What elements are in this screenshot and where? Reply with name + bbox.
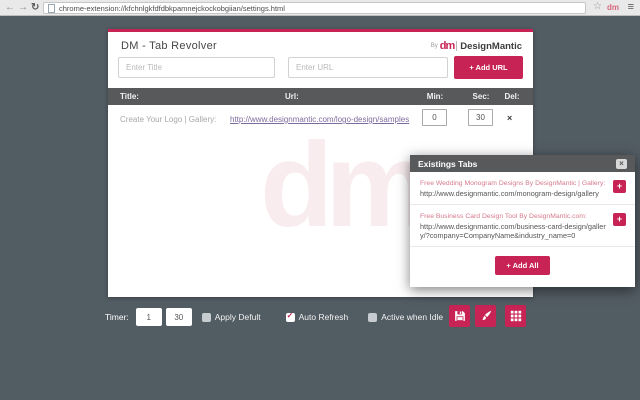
grid-button[interactable] bbox=[505, 305, 526, 327]
apply-default-label: Apply Defult bbox=[214, 312, 261, 322]
page-icon bbox=[48, 3, 55, 13]
back-icon[interactable]: ← bbox=[5, 0, 15, 16]
existing-tabs-popup: Existings Tabs × Free Wedding Monogram D… bbox=[410, 155, 635, 288]
existing-tab-item: Free Wedding Monogram Designs By DesignM… bbox=[410, 172, 635, 206]
menu-icon[interactable]: ≡ bbox=[628, 1, 634, 13]
close-icon[interactable]: × bbox=[616, 158, 627, 169]
tab-item-text: Free Wedding Monogram Designs By DesignM… bbox=[420, 180, 606, 198]
delete-row-icon[interactable]: × bbox=[507, 113, 512, 123]
column-del: Del: bbox=[504, 92, 520, 101]
browser-window: ← → ↻ chrome-extension://kfchnlgkfdfdbkp… bbox=[0, 0, 640, 400]
add-tab-button[interactable]: + bbox=[613, 213, 626, 227]
apply-default-option: ✓ Apply Defult bbox=[201, 312, 261, 322]
tab-item-title: Free Business Card Design Tool By Design… bbox=[420, 213, 587, 221]
save-floppy-icon bbox=[454, 311, 465, 321]
row-title: Create Your Logo | Gallery: bbox=[120, 115, 217, 124]
add-all-row: + Add All bbox=[410, 247, 635, 287]
bookmark-star-icon[interactable]: ☆ bbox=[593, 1, 602, 12]
timer-bar: Timer: ✓ Apply Defult ✓ Auto Refresh ✓ A… bbox=[105, 307, 443, 327]
column-url: Url: bbox=[285, 92, 299, 101]
row-min-input[interactable] bbox=[422, 109, 447, 126]
tab-item-url: http://www.designmantic.com/business-car… bbox=[420, 222, 606, 241]
title-input[interactable] bbox=[118, 57, 275, 78]
designmantic-logo: By dm DesignMantic bbox=[431, 40, 522, 52]
logo-divider bbox=[456, 41, 458, 51]
accent-bar bbox=[108, 29, 533, 32]
active-when-idle-checkbox[interactable]: ✓ bbox=[368, 312, 378, 322]
tab-item-url: http://www.designmantic.com/monogram-des… bbox=[420, 189, 599, 198]
logo-name-text: DesignMantic bbox=[460, 40, 522, 52]
auto-refresh-option: ✓ Auto Refresh bbox=[285, 311, 349, 322]
grid-icon bbox=[510, 310, 521, 322]
timer-min-input[interactable] bbox=[135, 308, 162, 326]
auto-refresh-checkbox[interactable]: ✓ bbox=[285, 311, 295, 322]
existing-tab-item: Free Business Card Design Tool By Design… bbox=[410, 205, 635, 248]
url-input[interactable] bbox=[288, 57, 448, 78]
address-bar[interactable]: chrome-extension://kfchnlgkfdfdbkpamnejc… bbox=[43, 2, 586, 14]
active-when-idle-option: ✓ Active when Idle bbox=[368, 312, 443, 322]
logo-by-text: By bbox=[430, 43, 438, 49]
apply-default-checkbox[interactable]: ✓ bbox=[201, 312, 211, 322]
add-tab-button[interactable]: + bbox=[613, 180, 626, 193]
brush-button[interactable] bbox=[475, 305, 496, 327]
extension-dm-icon[interactable]: dm bbox=[607, 3, 619, 12]
add-all-button[interactable]: + Add All bbox=[495, 256, 550, 276]
address-url: chrome-extension://kfchnlgkfdfdbkpamnejc… bbox=[59, 3, 285, 13]
reload-icon[interactable]: ↻ bbox=[31, 0, 39, 16]
forward-icon[interactable]: → bbox=[18, 0, 28, 16]
action-buttons bbox=[449, 305, 526, 327]
browser-toolbar: ← → ↻ chrome-extension://kfchnlgkfdfdbkp… bbox=[0, 0, 640, 16]
timer-label: Timer: bbox=[105, 312, 129, 322]
popup-title: Existings Tabs bbox=[418, 158, 478, 169]
tab-item-text: Free Business Card Design Tool By Design… bbox=[420, 213, 606, 240]
auto-refresh-label: Auto Refresh bbox=[298, 312, 349, 322]
table-header: Title: Url: Min: Sec: Del: bbox=[108, 88, 533, 105]
paint-brush-icon bbox=[481, 310, 491, 321]
save-button[interactable] bbox=[449, 305, 470, 327]
popup-header: Existings Tabs × bbox=[410, 155, 635, 172]
app-title: DM - Tab Revolver bbox=[121, 40, 217, 52]
active-when-idle-label: Active when Idle bbox=[381, 312, 444, 322]
timer-sec-input[interactable] bbox=[165, 308, 192, 326]
column-title: Title: bbox=[120, 92, 139, 101]
column-sec: Sec: bbox=[472, 92, 490, 101]
dm-watermark-logo: dm bbox=[260, 118, 432, 252]
add-url-button[interactable]: + Add URL bbox=[454, 56, 523, 79]
row-url-link[interactable]: http://www.designmantic.com/logo-design/… bbox=[230, 115, 409, 124]
row-sec-input[interactable] bbox=[468, 109, 493, 126]
dm-logo-icon: dm bbox=[439, 40, 455, 52]
tab-item-title: Free Wedding Monogram Designs By DesignM… bbox=[420, 180, 606, 187]
page-background: dm DM - Tab Revolver By dm DesignMantic … bbox=[0, 16, 640, 400]
column-min: Min: bbox=[426, 92, 444, 101]
